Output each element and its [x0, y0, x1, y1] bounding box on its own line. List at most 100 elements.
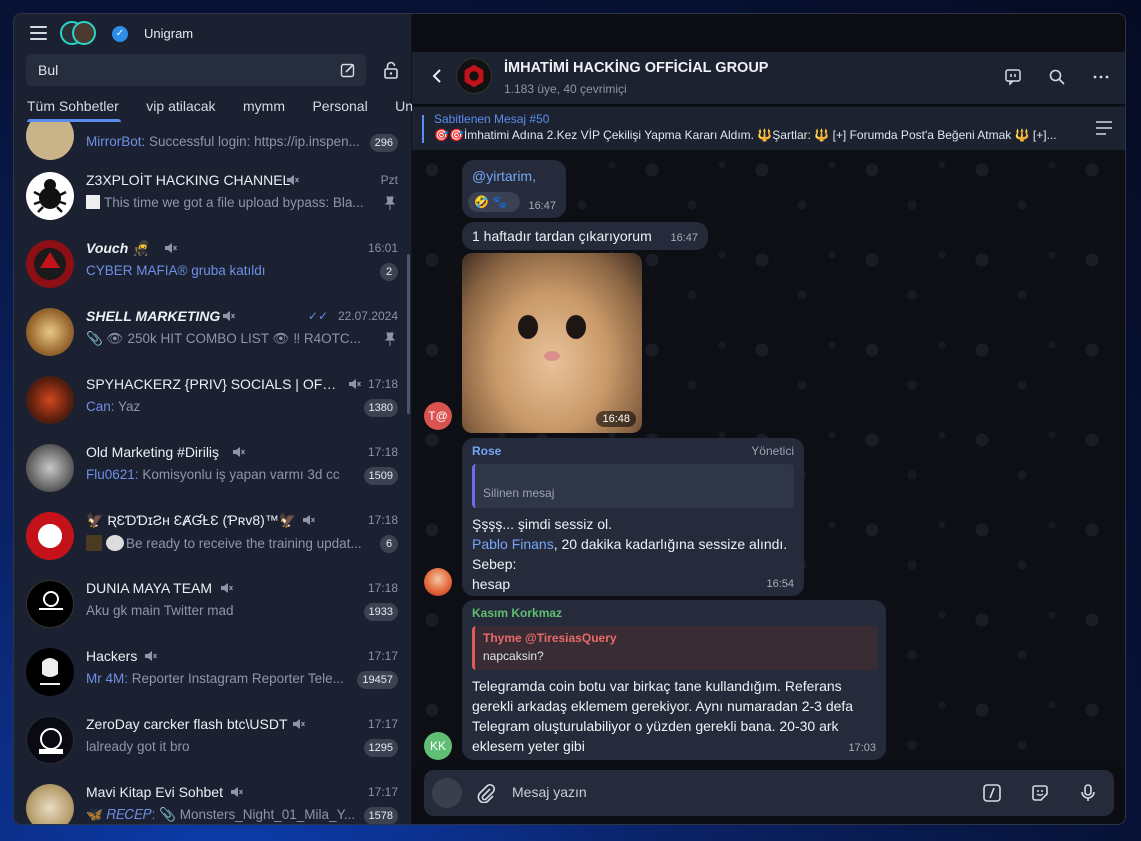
message-input[interactable] — [512, 784, 952, 800]
microphone-icon[interactable] — [1078, 783, 1098, 803]
chat-time: Pzt — [380, 173, 398, 187]
sender-avatar[interactable]: T@ — [424, 402, 452, 430]
unread-badge: 1295 — [363, 739, 398, 757]
chat-preview: CYBER MAFIA® gruba katıldı — [86, 263, 266, 278]
chat-actions-icon[interactable] — [1004, 68, 1022, 86]
lock-icon[interactable] — [382, 60, 400, 80]
group-avatar[interactable] — [456, 58, 492, 94]
chatlist-scrollbar[interactable] — [407, 254, 410, 414]
app-title: Unigram — [144, 26, 194, 41]
account-switcher[interactable] — [60, 21, 98, 47]
group-title[interactable]: İMHATİMİ HACKİNG OFFİCİAL GROUP — [504, 60, 768, 76]
window-controls — [977, 14, 1125, 450]
chat-row[interactable]: Z3XPLOİT HACKING CHANNEL Pzt This time w… — [14, 164, 406, 232]
chat-row[interactable]: Mavi Kitap Evi Sohbet 17:17 🦋 𝑅𝐸𝐶𝐸𝑃: 📎 M… — [14, 776, 406, 824]
reply-text: Silinen mesaj — [483, 486, 555, 500]
chat-preview: Be ready to receive the training updat..… — [86, 535, 362, 551]
group-subtitle: 1.183 üye, 40 çevrimiçi — [504, 82, 627, 96]
search-box[interactable] — [26, 54, 366, 86]
tab-vip-atilacak[interactable]: vip atilacak — [133, 92, 225, 122]
unread-badge: 1578 — [363, 807, 398, 824]
muted-icon — [231, 787, 243, 797]
muted-icon — [233, 447, 245, 457]
unread-badge: 6 — [380, 535, 398, 553]
reply-preview[interactable]: Silinen mesaj — [472, 464, 794, 508]
chat-time: 17:17 — [367, 717, 398, 731]
verified-icon: ✓ — [112, 26, 128, 42]
sticker-icon[interactable] — [1030, 783, 1050, 803]
chat-row[interactable]: Hackers 17:17 Mr 4M: Reporter Instagram … — [14, 640, 406, 708]
chat-name: SPYHACKERZ {PRIV} SOCIALS | OFFICIA... — [86, 376, 341, 392]
bot-commands-icon[interactable] — [982, 783, 1002, 803]
chat-sender: Flu0621: — [86, 467, 139, 482]
tab-all-chats[interactable]: Tüm Sohbetler — [14, 92, 129, 122]
photo-message[interactable]: 16:48 — [462, 253, 642, 433]
admin-badge: Yönetici — [751, 444, 794, 458]
cat-nose — [544, 351, 560, 361]
chat-preview-text: 📎 Monsters_Night_01_Mila_Y... — [159, 807, 356, 822]
user-mention[interactable]: Pablo Finans — [472, 536, 554, 552]
read-check-icon: ✓✓ — [307, 309, 328, 323]
pinned-title: Sabitlenen Mesaj #50 — [434, 112, 550, 126]
message-text[interactable]: @yirtarim, — [472, 168, 536, 184]
chat-preview: Can: Yaz — [86, 399, 140, 414]
pin-icon — [384, 332, 396, 346]
pinned-message-bar[interactable]: Sabitlenen Mesaj #50 🎯🎯İmhatimi Adına 2.… — [412, 106, 1125, 150]
reaction-chip[interactable]: 🤣 🐾 — [468, 192, 520, 212]
menu-icon[interactable] — [30, 26, 47, 40]
chat-preview: MirrorBot: Successful login: https://ip.… — [86, 134, 360, 149]
message-bubble[interactable]: Rose Yönetici Silinen mesaj Şşşş... şimd… — [462, 438, 804, 596]
chat-time: 17:18 — [367, 581, 398, 595]
sender-name[interactable]: Kasım Korkmaz — [472, 606, 562, 620]
chat-row[interactable]: Vouch 🥷 16:01 CYBER MAFIA® gruba katıldı… — [14, 232, 406, 300]
reply-sender: Thyme @TiresiasQuery — [483, 631, 617, 645]
title-bar: ✓ Unigram — [14, 14, 412, 52]
search-input[interactable] — [38, 62, 318, 78]
back-icon[interactable] — [430, 68, 444, 84]
compose-icon[interactable] — [340, 62, 356, 78]
muted-icon — [221, 583, 233, 593]
chat-name: Z3XPLOİT HACKING CHANNEL — [86, 172, 291, 188]
chat-row[interactable]: DUNIA MAYA TEAM 17:18 Aku gk main Twitte… — [14, 572, 406, 640]
unread-badge: 1933 — [363, 603, 398, 621]
chat-sender: MirrorBot — [86, 134, 142, 149]
pinned-list-icon[interactable] — [1095, 120, 1113, 136]
unread-badge: 19457 — [357, 671, 398, 689]
message-bubble[interactable]: @yirtarim, 🤣 🐾 16:47 — [462, 160, 566, 218]
chat-name: Hackers — [86, 648, 138, 664]
chat-preview: 🦋 𝑅𝐸𝐶𝐸𝑃: 📎 Monsters_Night_01_Mila_Y... — [86, 807, 355, 823]
search-icon[interactable] — [1048, 68, 1066, 86]
chat-sender: Can: — [86, 399, 115, 414]
message-bubble[interactable]: 1 haftadır tardan çıkarıyorum 16:47 — [462, 222, 708, 250]
chat-row[interactable]: SPYHACKERZ {PRIV} SOCIALS | OFFICIA... 1… — [14, 368, 406, 436]
cat-eye-left — [518, 315, 538, 339]
chat-avatar — [26, 172, 74, 220]
chat-list: MirrorBot: Successful login: https://ip.… — [14, 122, 412, 824]
message-bubble[interactable]: Kasım Korkmaz Thyme @TiresiasQuery napca… — [462, 600, 886, 760]
sender-avatar[interactable] — [424, 568, 452, 596]
muted-icon — [287, 175, 299, 185]
send-as-avatar[interactable] — [432, 778, 462, 808]
chat-time: 17:17 — [367, 649, 398, 663]
chat-preview-text: Aku gk main Twitter mad — [86, 603, 234, 618]
chat-name: ZeroDay carcker flash btc\USDT — [86, 716, 288, 732]
chat-preview: Aku gk main Twitter mad — [86, 603, 234, 618]
tab-mymm[interactable]: mymm — [230, 92, 295, 122]
reply-preview[interactable]: Thyme @TiresiasQuery napcaksin? — [472, 626, 878, 670]
chat-preview-text: 📎 👁 250k HIT COMBO LIST 👁 ‼ R4OTC... — [86, 331, 361, 346]
chat-name: SHELL MARKETING — [86, 308, 221, 324]
chat-avatar — [26, 122, 74, 160]
chat-row[interactable]: SHELL MARKETING ✓✓ 22.07.2024 📎 👁 250k H… — [14, 300, 406, 368]
chat-row[interactable]: Old Marketing #Diriliş 17:18 Flu0621: Ko… — [14, 436, 406, 504]
chat-row[interactable]: 🦅 ƦƐƊƊɪƧʜ ƐȺƓȽƐ (Ƥʀᴠ8)™🦅 17:18 Be ready … — [14, 504, 406, 572]
sender-avatar[interactable]: KK — [424, 732, 452, 760]
sender-name[interactable]: Rose — [472, 444, 501, 458]
chat-avatar — [26, 580, 74, 628]
tab-personal[interactable]: Personal — [299, 92, 377, 122]
more-icon[interactable] — [1092, 68, 1110, 86]
tab-unlim[interactable]: Unlim — [382, 92, 412, 122]
chat-time: 22.07.2024 — [337, 309, 398, 323]
chat-sender: Mr 4M: — [86, 671, 128, 686]
chat-row[interactable]: ZeroDay carcker flash btc\USDT 17:17 lal… — [14, 708, 406, 776]
attach-icon[interactable] — [476, 783, 496, 803]
